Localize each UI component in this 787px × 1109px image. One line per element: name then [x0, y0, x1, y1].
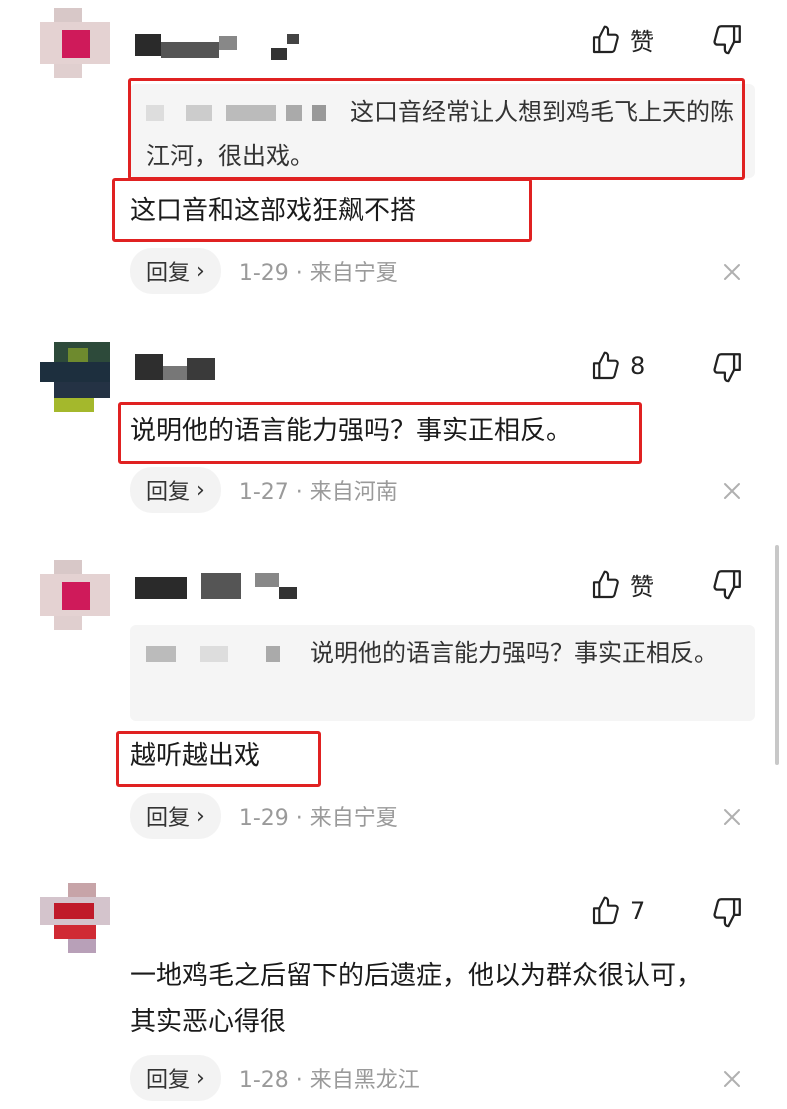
timestamp-location: 1-29 · 来自宁夏: [238, 806, 398, 831]
like-button[interactable]: 7: [590, 895, 645, 927]
thumbs-down-icon[interactable]: [710, 350, 744, 384]
reply-button[interactable]: 回复 ›: [130, 467, 221, 513]
quoted-text: 说明他的语言能力强吗？事实正相反。: [310, 639, 718, 667]
close-icon[interactable]: [720, 479, 744, 503]
chevron-right-icon: ›: [196, 1065, 205, 1091]
like-count: 8: [630, 352, 646, 380]
comment-text: 这口音和这部戏狂飙不搭: [130, 196, 417, 226]
thumbs-down-icon[interactable]: [710, 567, 744, 601]
quoted-username-pixelated: [146, 643, 296, 665]
reply-label: 回复: [146, 1068, 191, 1093]
scrollbar[interactable]: [775, 545, 779, 765]
comment-meta: 回复 › 1-29 · 来自宁夏: [130, 248, 398, 294]
timestamp-location: 1-29 · 来自宁夏: [238, 261, 398, 286]
comment-meta: 回复 › 1-29 · 来自宁夏: [130, 793, 398, 839]
reply-button[interactable]: 回复 ›: [130, 248, 221, 294]
avatar[interactable]: [40, 883, 110, 953]
close-icon[interactable]: [720, 805, 744, 829]
comment-text: 越听越出戏: [130, 741, 261, 771]
like-count: 赞: [630, 28, 654, 56]
comment-text: 说明他的语言能力强吗？事实正相反。: [130, 416, 573, 446]
close-icon[interactable]: [720, 1067, 744, 1091]
comment-item: 赞 这口音经常让人想到鸡毛飞上天的陈江河，很出戏。 这口音和这部戏狂飙不搭 回复…: [0, 0, 787, 320]
reply-button[interactable]: 回复 ›: [130, 793, 221, 839]
close-icon[interactable]: [720, 260, 744, 284]
reply-label: 回复: [146, 261, 191, 286]
like-count: 7: [630, 897, 646, 925]
timestamp-location: 1-28 · 来自黑龙江: [238, 1068, 420, 1093]
timestamp-location: 1-27 · 来自河南: [238, 480, 398, 505]
like-button[interactable]: 赞: [590, 22, 654, 57]
comment-item: 7 一地鸡毛之后留下的后遗症，他以为群众很认可，其实恶心得很 回复 › 1-28…: [0, 865, 787, 1109]
reply-label: 回复: [146, 480, 191, 505]
quoted-username-pixelated: [146, 102, 336, 124]
thumbs-down-icon[interactable]: [710, 895, 744, 929]
thumbs-up-icon: [590, 350, 622, 382]
avatar[interactable]: [40, 8, 110, 78]
like-button[interactable]: 赞: [590, 567, 654, 602]
reply-button[interactable]: 回复 ›: [130, 1055, 221, 1101]
chevron-right-icon: ›: [196, 258, 205, 284]
like-count: 赞: [630, 573, 654, 601]
thumbs-up-icon: [590, 895, 622, 927]
reply-label: 回复: [146, 806, 191, 831]
thumbs-up-icon: [590, 24, 622, 56]
comment-meta: 回复 › 1-27 · 来自河南: [130, 467, 398, 513]
comment-meta: 回复 › 1-28 · 来自黑龙江: [130, 1055, 420, 1101]
thumbs-down-icon[interactable]: [710, 22, 744, 56]
comment-text: 一地鸡毛之后留下的后遗症，他以为群众很认可，其实恶心得很: [130, 961, 703, 1037]
chevron-right-icon: ›: [196, 803, 205, 829]
thumbs-up-icon: [590, 569, 622, 601]
comment-item: 8 说明他的语言能力强吗？事实正相反。 回复 › 1-27 · 来自河南: [0, 320, 787, 535]
avatar[interactable]: [40, 342, 110, 412]
like-button[interactable]: 8: [590, 350, 645, 382]
comment-item: 赞 说明他的语言能力强吗？事实正相反。 越听越出戏 回复 › 1-29 · 来自…: [0, 535, 787, 865]
quoted-reply: 说明他的语言能力强吗？事实正相反。: [130, 625, 755, 721]
chevron-right-icon: ›: [196, 477, 205, 503]
quoted-reply: 这口音经常让人想到鸡毛飞上天的陈江河，很出戏。: [130, 84, 755, 178]
avatar[interactable]: [40, 560, 110, 630]
